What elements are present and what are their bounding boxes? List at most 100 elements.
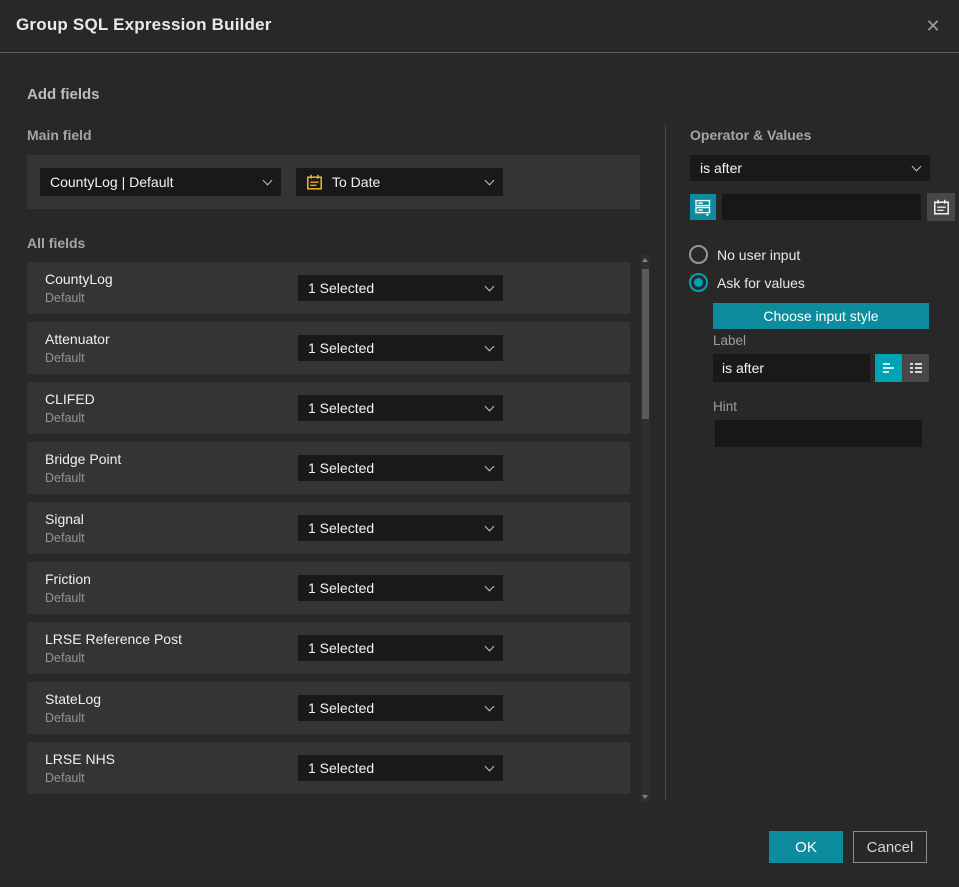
- calendar-icon: [306, 174, 323, 191]
- radio-ask-for-values[interactable]: Ask for values: [689, 273, 805, 292]
- field-count-value: 1 Selected: [308, 580, 375, 596]
- field-subtitle: Default: [45, 771, 85, 785]
- list-scrollbar[interactable]: [641, 255, 650, 802]
- field-name: CountyLog: [45, 271, 113, 287]
- value-input[interactable]: [722, 194, 921, 220]
- field-count-value: 1 Selected: [308, 400, 375, 416]
- field-count-select[interactable]: 1 Selected: [298, 335, 503, 361]
- label-field-label: Label: [713, 333, 747, 348]
- chevron-down-icon: [484, 281, 495, 291]
- field-count-value: 1 Selected: [308, 760, 375, 776]
- field-subtitle: Default: [45, 471, 85, 485]
- field-count-select[interactable]: 1 Selected: [298, 515, 503, 541]
- field-subtitle: Default: [45, 291, 85, 305]
- field-name: Attenuator: [45, 331, 110, 347]
- field-count-value: 1 Selected: [308, 520, 375, 536]
- value-row: [690, 193, 955, 221]
- field-row: Friction Default 1 Selected: [27, 562, 630, 614]
- date-picker-button[interactable]: [927, 193, 955, 221]
- chevron-down-icon: [484, 341, 495, 351]
- chevron-down-icon: [911, 161, 922, 171]
- add-fields-heading: Add fields: [27, 86, 100, 103]
- scroll-up-icon[interactable]: [642, 258, 648, 262]
- align-left-icon: [881, 361, 897, 375]
- hint-input[interactable]: [715, 420, 922, 447]
- chevron-down-icon: [484, 175, 495, 185]
- main-field-select-value: CountyLog | Default: [50, 174, 174, 190]
- radio-checked-icon: [689, 273, 708, 292]
- list-style-button[interactable]: [902, 354, 929, 382]
- field-name: StateLog: [45, 691, 102, 707]
- chevron-down-icon: [484, 761, 495, 771]
- ok-button[interactable]: OK: [769, 831, 843, 863]
- main-field-select[interactable]: CountyLog | Default: [40, 168, 281, 196]
- single-line-style-button[interactable]: [875, 354, 902, 382]
- field-count-select[interactable]: 1 Selected: [298, 695, 503, 721]
- operator-values-heading: Operator & Values: [690, 127, 812, 143]
- radio-icon: [689, 245, 708, 264]
- radio-no-user-input[interactable]: No user input: [689, 245, 800, 264]
- field-subtitle: Default: [45, 531, 85, 545]
- scroll-down-icon[interactable]: [642, 795, 648, 799]
- hint-field-label: Hint: [713, 399, 738, 414]
- all-fields-label: All fields: [27, 235, 86, 251]
- panel-divider: [665, 125, 666, 801]
- field-count-select[interactable]: 1 Selected: [298, 455, 503, 481]
- field-row: LRSE NHS Default 1 Selected: [27, 742, 630, 794]
- field-count-value: 1 Selected: [308, 460, 375, 476]
- chevron-down-icon: [484, 641, 495, 651]
- field-row: Signal Default 1 Selected: [27, 502, 630, 554]
- field-name: LRSE Reference Post: [45, 631, 182, 647]
- chevron-down-icon: [484, 581, 495, 591]
- calendar-icon: [933, 199, 950, 216]
- field-subtitle: Default: [45, 651, 85, 665]
- operator-select[interactable]: is after: [690, 155, 930, 181]
- chevron-down-icon: [484, 401, 495, 411]
- field-name: Signal: [45, 511, 84, 527]
- field-subtitle: Default: [45, 351, 85, 365]
- close-icon[interactable]: ✕: [921, 14, 945, 38]
- field-row: Attenuator Default 1 Selected: [27, 322, 630, 374]
- field-subtitle: Default: [45, 711, 85, 725]
- field-name: CLIFED: [45, 391, 95, 407]
- field-count-select[interactable]: 1 Selected: [298, 575, 503, 601]
- field-subtitle: Default: [45, 411, 85, 425]
- label-row: [713, 354, 929, 382]
- field-row: CLIFED Default 1 Selected: [27, 382, 630, 434]
- field-count-select[interactable]: 1 Selected: [298, 635, 503, 661]
- label-input[interactable]: [713, 354, 870, 382]
- field-count-value: 1 Selected: [308, 280, 375, 296]
- choose-input-style-button[interactable]: Choose input style: [713, 303, 929, 329]
- field-count-select[interactable]: 1 Selected: [298, 755, 503, 781]
- scrollbar-thumb[interactable]: [642, 269, 649, 419]
- dialog-title: Group SQL Expression Builder: [16, 15, 272, 34]
- chevron-down-icon: [484, 701, 495, 711]
- field-count-select[interactable]: 1 Selected: [298, 395, 503, 421]
- field-list: CountyLog Default 1 Selected Attenuator …: [27, 262, 630, 802]
- operator-select-value: is after: [700, 160, 743, 176]
- radio-label: No user input: [717, 246, 801, 263]
- unique-values-button[interactable]: [690, 194, 716, 220]
- date-field-select-value: To Date: [332, 174, 381, 190]
- cancel-button[interactable]: Cancel: [853, 831, 927, 863]
- list-icon: [908, 361, 924, 375]
- main-field-label: Main field: [27, 127, 92, 143]
- field-name: Bridge Point: [45, 451, 122, 467]
- unique-values-icon: [694, 198, 712, 216]
- radio-label: Ask for values: [717, 274, 805, 291]
- field-row: StateLog Default 1 Selected: [27, 682, 630, 734]
- field-count-select[interactable]: 1 Selected: [298, 275, 503, 301]
- field-count-value: 1 Selected: [308, 340, 375, 356]
- chevron-down-icon: [262, 175, 273, 185]
- chevron-down-icon: [484, 521, 495, 531]
- field-row: LRSE Reference Post Default 1 Selected: [27, 622, 630, 674]
- field-name: LRSE NHS: [45, 751, 116, 767]
- chevron-down-icon: [484, 461, 495, 471]
- field-count-value: 1 Selected: [308, 700, 375, 716]
- field-subtitle: Default: [45, 591, 85, 605]
- date-field-select[interactable]: To Date: [296, 168, 503, 196]
- field-count-value: 1 Selected: [308, 640, 375, 656]
- dialog-titlebar: Group SQL Expression Builder ✕: [0, 0, 959, 53]
- field-name: Friction: [45, 571, 91, 587]
- field-row: Bridge Point Default 1 Selected: [27, 442, 630, 494]
